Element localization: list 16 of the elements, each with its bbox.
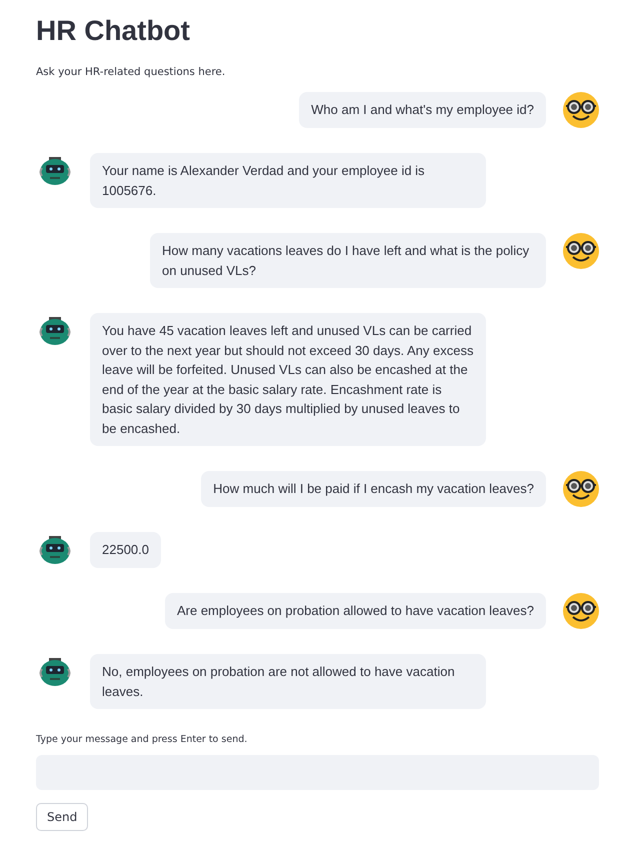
chat-message: Are employees on probation allowed to have vacation leaves? bbox=[164, 593, 546, 628]
input-label: Type your message and press Enter to send. bbox=[36, 734, 248, 745]
subtitle: Ask your HR-related questions here. bbox=[36, 66, 226, 78]
chat-message: Who am I and what's my employee id? bbox=[299, 92, 546, 128]
send-button[interactable]: Send bbox=[36, 803, 88, 831]
chat-message: Your name is Alexander Verdad and your employee id is 1005676. bbox=[90, 153, 486, 208]
smiley-glasses-icon bbox=[563, 593, 599, 629]
chat-message: No, employees on probation are not allowed to have vacation leaves. bbox=[90, 654, 486, 709]
smiley-glasses-icon bbox=[563, 92, 599, 128]
chat-message: How much will I be paid if I encash my vacation leaves? bbox=[201, 471, 546, 506]
chat-message: 22500.0 bbox=[90, 532, 161, 568]
smiley-glasses-icon bbox=[563, 233, 599, 269]
smiley-glasses-icon bbox=[563, 471, 599, 507]
page-title: HR Chatbot bbox=[36, 14, 190, 48]
chat-message: You have 45 vacation leaves left and unused VLs can be carried over to the next year but should not exceed 30 days. Any excess leave will be forfeited. Unused VLs can also be encashed at the end of the year at the basic salary rate. Encashment rate is basic salary divided by 30 days multiplied by unused leaves to be encashed. bbox=[90, 313, 486, 446]
chat-message: How many vacations leaves do I have left and what is the policy on unused VLs? bbox=[150, 233, 546, 288]
